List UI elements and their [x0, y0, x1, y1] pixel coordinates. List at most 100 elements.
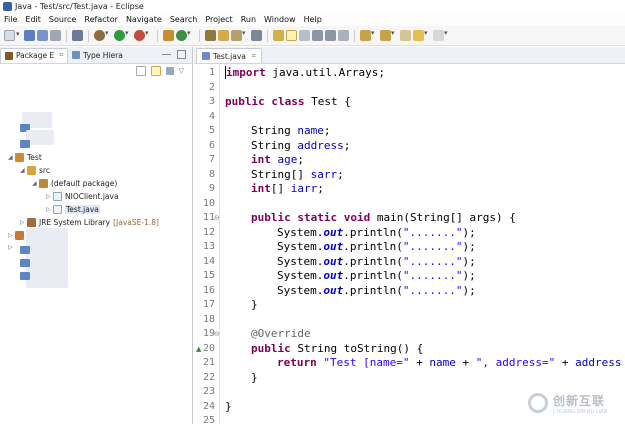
toolbar-separator [88, 29, 89, 42]
code-line: int age; [251, 153, 304, 166]
line-number: 18 [202, 313, 215, 325]
package-label: (default package) [51, 178, 118, 188]
toggle-block-icon[interactable] [299, 30, 310, 41]
toggle-word-wrap-icon[interactable] [286, 30, 297, 41]
tree-item-jre[interactable]: ▷ JRE System Library [JavaSE-1.8] [20, 216, 159, 228]
line-number: 9 [208, 183, 215, 194]
line-number: 5 [208, 125, 215, 136]
menu-window[interactable]: Window [260, 15, 300, 24]
tree-item-project[interactable]: ◢ Test [8, 151, 42, 163]
save-all-icon[interactable] [37, 30, 48, 41]
tab-test-java[interactable]: Test.java ⌗ [196, 48, 262, 63]
tab-package-explorer[interactable]: Package E ⌗ [0, 47, 69, 63]
type-hierarchy-icon [72, 51, 81, 59]
code-line: System.out.println("......."); [277, 255, 476, 270]
new-class-icon[interactable] [176, 29, 191, 41]
package-icon [39, 178, 48, 188]
collapse-arrow-icon[interactable]: ▷ [46, 193, 53, 200]
tree-item-test-java[interactable]: ▷ Test.java [46, 203, 100, 215]
close-icon[interactable]: ⌗ [252, 52, 256, 61]
menu-navigate[interactable]: Navigate [122, 15, 166, 24]
new-icon[interactable] [4, 30, 20, 41]
window-title: Java - Test/src/Test.java - Eclipse [15, 2, 144, 11]
expand-arrow-icon[interactable]: ◢ [8, 154, 15, 161]
type-name: String [251, 138, 291, 152]
field-name: address [575, 356, 622, 369]
keyword: import [225, 66, 266, 79]
file-nioclient-label: NIOClient.java [65, 191, 119, 201]
maximize-icon[interactable] [177, 50, 186, 59]
menu-search[interactable]: Search [166, 15, 201, 24]
fold-icon[interactable]: ⊖ [214, 214, 220, 222]
toggle-mark-icon[interactable] [273, 30, 284, 41]
show-whitespace-icon[interactable] [312, 30, 323, 41]
search-icon[interactable] [231, 29, 246, 41]
fold-icon[interactable]: ⊖ [214, 330, 220, 338]
previous-annotation-icon[interactable] [380, 29, 395, 41]
line-number: 3 [208, 96, 215, 107]
code-text: + [455, 356, 476, 369]
menu-run[interactable]: Run [237, 15, 260, 24]
minimize-icon[interactable] [162, 54, 171, 55]
menu-edit[interactable]: Edit [21, 15, 45, 24]
menu-refactor[interactable]: Refactor [80, 15, 122, 24]
line-number: 8 [208, 168, 215, 180]
code-text[interactable]: import java.util.Arrays; public class Te… [225, 64, 625, 424]
file-test-label: Test.java [65, 204, 100, 214]
project-icon [15, 230, 24, 240]
collapse-all-icon[interactable] [135, 66, 146, 76]
expand-arrow-icon[interactable]: ◢ [32, 180, 39, 187]
expand-arrow-icon[interactable]: ◢ [20, 167, 27, 174]
external-tools-icon[interactable] [134, 29, 149, 41]
collapse-arrow-icon[interactable]: ▷ [20, 219, 27, 226]
next-annotation-icon[interactable] [360, 29, 375, 41]
collapse-arrow-icon[interactable]: ▷ [8, 232, 15, 239]
collapse-arrow-icon[interactable]: ▷ [8, 244, 15, 251]
tree-item-default-package[interactable]: ◢ (default package) [32, 177, 117, 189]
code-text: } [251, 370, 258, 384]
paragraph-icon[interactable] [325, 30, 336, 41]
tab-type-hierarchy[interactable]: Type Hiera [68, 48, 127, 63]
forward-icon[interactable] [433, 29, 448, 41]
tree-item-src[interactable]: ◢ src [20, 164, 50, 176]
tree-item-redacted[interactable]: ▷ [8, 229, 27, 241]
left-panel-tabs: Package E ⌗ Type Hiera [0, 47, 192, 64]
new-java-project-icon[interactable] [163, 30, 174, 41]
debug-icon[interactable] [94, 29, 109, 41]
line-number: 12 [202, 226, 215, 238]
code-text: [] [270, 182, 291, 195]
run-icon[interactable] [114, 29, 129, 41]
close-icon[interactable]: ⌗ [59, 51, 63, 60]
editor-tabs: Test.java ⌗ [194, 47, 625, 64]
line-number: 1 [208, 67, 215, 78]
toolbar-separator [157, 29, 158, 42]
open-type-icon[interactable] [205, 30, 216, 41]
tree-item-redacted[interactable]: ▷ [8, 241, 15, 253]
code-line: System.out.println("......."); [277, 284, 476, 299]
menu-source[interactable]: Source [45, 15, 80, 24]
focus-icon[interactable] [165, 67, 174, 75]
string-literal: "......." [402, 254, 463, 268]
menu-file[interactable]: File [0, 15, 21, 24]
static-field: out [323, 254, 344, 268]
last-edit-icon[interactable] [400, 30, 411, 41]
annotation-icon[interactable] [251, 30, 262, 41]
print-icon[interactable] [50, 30, 61, 41]
open-folder-icon[interactable] [218, 30, 229, 41]
view-menu-icon[interactable]: ▽ [179, 67, 184, 75]
code-area[interactable]: 1 2 3 4 5 6 7 8 9 10 11 12 13 14 15 16 1… [194, 64, 625, 424]
link-with-editor-icon[interactable] [150, 66, 161, 76]
save-icon[interactable] [24, 30, 35, 41]
back-icon[interactable] [413, 29, 428, 41]
code-line: } [225, 400, 232, 415]
collapse-arrow-icon[interactable]: ▷ [46, 206, 53, 213]
keyword: public class [225, 95, 305, 108]
keyword: int [251, 153, 271, 166]
tree-item-nioclient[interactable]: ▷ NIOClient.java [46, 190, 119, 202]
edit-icon[interactable] [338, 30, 349, 41]
watermark-title: 创新互联 [553, 393, 606, 408]
redacted-item [26, 130, 54, 145]
menu-project[interactable]: Project [201, 15, 236, 24]
menu-help[interactable]: Help [300, 15, 326, 24]
skip-breakpoints-icon[interactable] [72, 30, 83, 41]
